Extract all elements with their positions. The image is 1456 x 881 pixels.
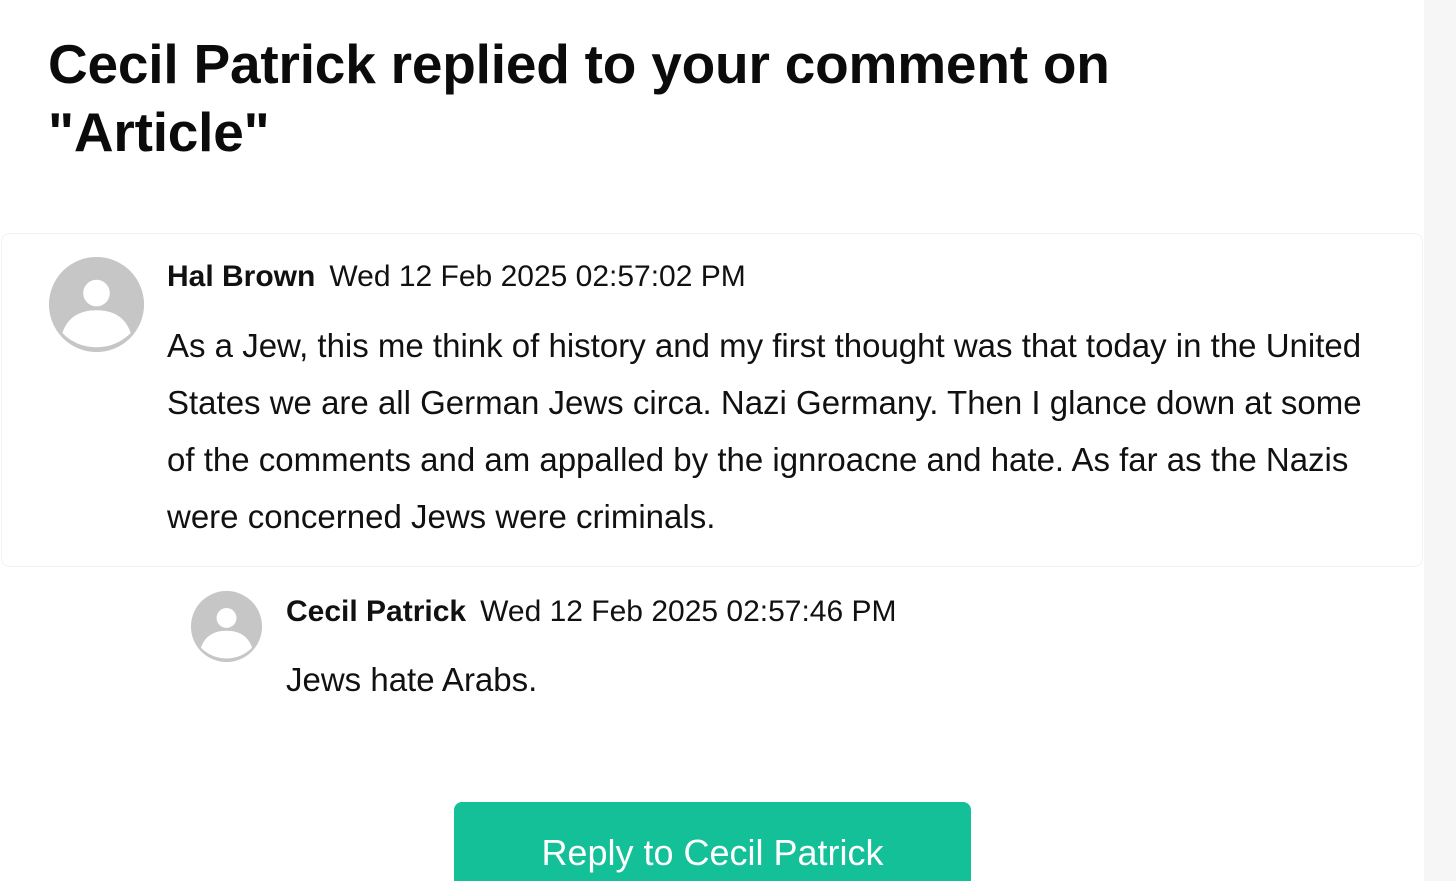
default-user-icon bbox=[191, 591, 262, 662]
parent-comment-text: As a Jew, this me think of history and m… bbox=[167, 327, 1362, 535]
reply-comment-meta: Cecil Patrick Wed 12 Feb 2025 02:57:46 P… bbox=[286, 595, 897, 629]
comment-author: Cecil Patrick bbox=[286, 595, 467, 628]
comment-author: Hal Brown bbox=[167, 260, 316, 293]
comment-timestamp: Wed 12 Feb 2025 02:57:46 PM bbox=[480, 595, 897, 628]
reply-comment-text: Jews hate Arabs. bbox=[286, 661, 538, 698]
page-gutter bbox=[1424, 0, 1456, 881]
replier-avatar-icon bbox=[191, 591, 262, 662]
notification-title: Cecil Patrick replied to your comment on… bbox=[48, 33, 1110, 163]
user-avatar-icon bbox=[49, 257, 144, 352]
notification-page: Cecil Patrick replied to your comment on… bbox=[0, 0, 1424, 881]
reply-button[interactable]: Reply to Cecil Patrick bbox=[454, 802, 971, 881]
parent-comment-meta: Hal Brown Wed 12 Feb 2025 02:57:02 PM bbox=[167, 260, 746, 294]
default-user-icon bbox=[49, 257, 144, 352]
comment-timestamp: Wed 12 Feb 2025 02:57:02 PM bbox=[329, 260, 746, 293]
reply-button-label: Reply to Cecil Patrick bbox=[541, 832, 884, 873]
